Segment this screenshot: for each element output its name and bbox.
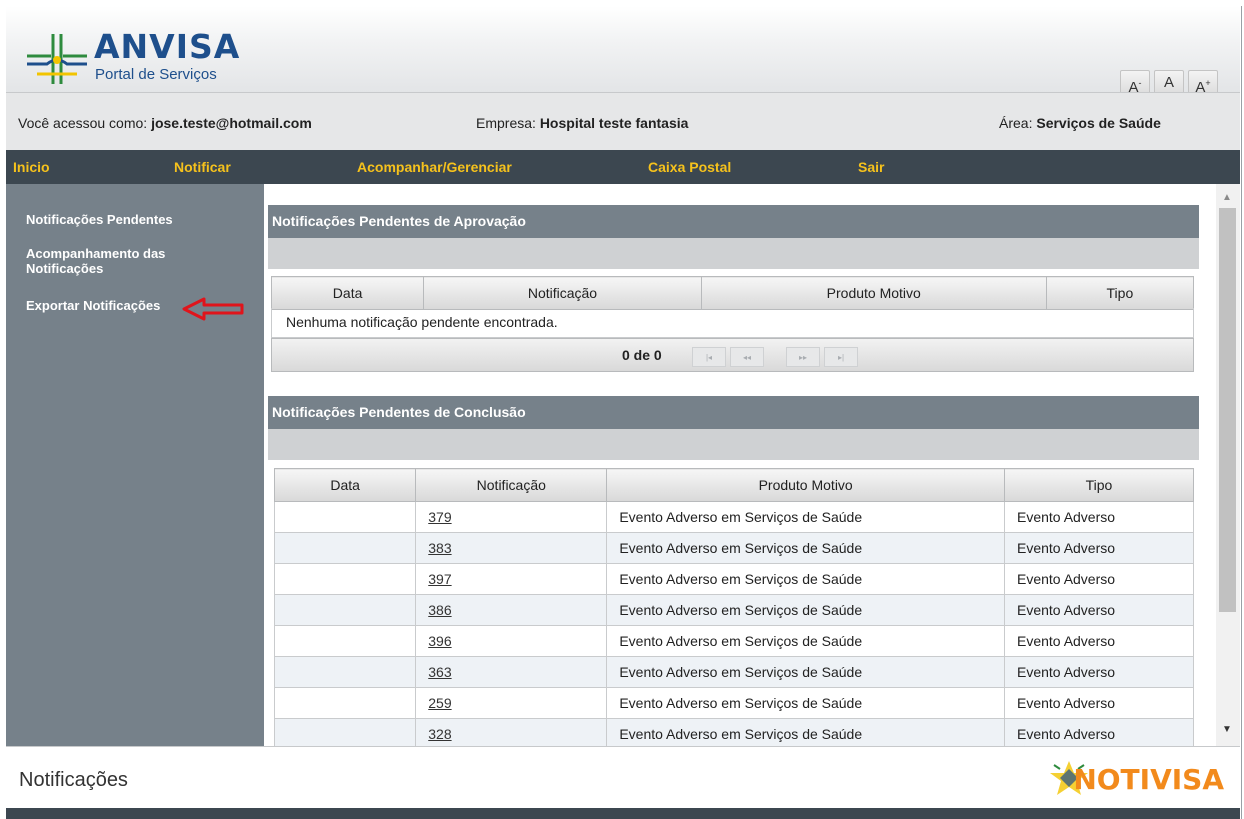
cell-tipo: Evento Adverso bbox=[1003, 718, 1195, 746]
first-page-button[interactable]: |◂ bbox=[692, 347, 726, 367]
header: ANVISA Portal de Serviços A- A A+ bbox=[6, 6, 1240, 96]
cell-produto-motivo: Evento Adverso em Serviços de Saúde bbox=[606, 656, 1005, 688]
menu-item-inicio[interactable]: Inicio bbox=[13, 159, 50, 175]
last-page-button[interactable]: ▸| bbox=[824, 347, 858, 367]
conclusion-section-title: Notificações Pendentes de Conclusão bbox=[268, 396, 1199, 429]
table-row: 259 Evento Adverso em Serviços de Saúde … bbox=[273, 687, 1195, 719]
user-info-bar: Você acessou como: jose.teste@hotmail.co… bbox=[6, 92, 1240, 151]
footer: Notificações NOTIVISA bbox=[6, 746, 1240, 809]
area-name: Serviços de Saúde bbox=[1036, 115, 1161, 131]
table-row: 363 Evento Adverso em Serviços de Saúde … bbox=[273, 656, 1195, 688]
notification-link[interactable]: 328 bbox=[428, 726, 451, 742]
brand-title: ANVISA bbox=[94, 27, 241, 66]
company-label: Empresa: bbox=[476, 115, 536, 131]
scroll-thumb[interactable] bbox=[1219, 208, 1236, 612]
sidebar-item-pendentes[interactable]: Notificações Pendentes bbox=[26, 212, 173, 227]
col-notificacao[interactable]: Notificação bbox=[415, 468, 608, 502]
user-info: Você acessou como: jose.teste@hotmail.co… bbox=[18, 115, 312, 131]
cell-tipo: Evento Adverso bbox=[1003, 563, 1195, 595]
bottom-strip bbox=[6, 808, 1240, 819]
cell-tipo: Evento Adverso bbox=[1003, 625, 1195, 657]
notification-link[interactable]: 383 bbox=[428, 540, 451, 556]
cell-tipo: Evento Adverso bbox=[1003, 656, 1195, 688]
cell-data bbox=[273, 687, 417, 719]
col-produto-motivo[interactable]: Produto Motivo bbox=[606, 468, 1005, 502]
menu-item-acompanhar[interactable]: Acompanhar/Gerenciar bbox=[357, 159, 512, 175]
cell-tipo: Evento Adverso bbox=[1003, 594, 1195, 626]
scroll-down-icon[interactable]: ▼ bbox=[1222, 724, 1232, 735]
footer-title: Notificações bbox=[19, 769, 128, 791]
conclusion-toolbar bbox=[268, 429, 1199, 460]
cell-produto-motivo: Evento Adverso em Serviços de Saúde bbox=[606, 718, 1005, 746]
approval-pager: 0 de 0 |◂ ◂◂ ▸▸ ▸| bbox=[271, 338, 1194, 372]
approval-toolbar bbox=[268, 238, 1199, 269]
notification-link[interactable]: 259 bbox=[428, 695, 451, 711]
notification-link[interactable]: 396 bbox=[428, 633, 451, 649]
table-row: 396 Evento Adverso em Serviços de Saúde … bbox=[273, 625, 1195, 657]
col-produto-motivo[interactable]: Produto Motivo bbox=[700, 276, 1047, 310]
notivisa-brand: NOTIVISA bbox=[1073, 763, 1224, 796]
company-info: Empresa: Hospital teste fantasia bbox=[476, 115, 688, 131]
menu-item-notificar[interactable]: Notificar bbox=[174, 159, 231, 175]
approval-section-title: Notificações Pendentes de Aprovação bbox=[268, 205, 1199, 238]
notification-link[interactable]: 379 bbox=[428, 509, 451, 525]
notification-link[interactable]: 363 bbox=[428, 664, 451, 680]
table-row: 383 Evento Adverso em Serviços de Saúde … bbox=[273, 532, 1195, 564]
cell-data bbox=[273, 532, 417, 564]
cell-data bbox=[273, 718, 417, 746]
pager-count: 0 de 0 bbox=[622, 347, 662, 363]
menu-item-sair[interactable]: Sair bbox=[858, 159, 884, 175]
red-arrow-icon bbox=[182, 297, 244, 321]
menu-item-caixa-postal[interactable]: Caixa Postal bbox=[648, 159, 731, 175]
cell-produto-motivo: Evento Adverso em Serviços de Saúde bbox=[606, 687, 1005, 719]
sidebar-item-exportar[interactable]: Exportar Notificações bbox=[26, 298, 160, 313]
anvisa-logo-icon bbox=[27, 34, 87, 84]
user-email: jose.teste@hotmail.com bbox=[151, 115, 312, 131]
next-page-button[interactable]: ▸▸ bbox=[786, 347, 820, 367]
col-notificacao[interactable]: Notificação bbox=[423, 276, 702, 310]
prev-page-button[interactable]: ◂◂ bbox=[730, 347, 764, 367]
cell-data bbox=[273, 656, 417, 688]
cell-tipo: Evento Adverso bbox=[1003, 532, 1195, 564]
cell-produto-motivo: Evento Adverso em Serviços de Saúde bbox=[606, 501, 1005, 533]
cell-data bbox=[273, 563, 417, 595]
cell-tipo: Evento Adverso bbox=[1003, 687, 1195, 719]
scroll-up-icon[interactable]: ▲ bbox=[1222, 192, 1232, 203]
cell-produto-motivo: Evento Adverso em Serviços de Saúde bbox=[606, 532, 1005, 564]
cell-produto-motivo: Evento Adverso em Serviços de Saúde bbox=[606, 625, 1005, 657]
cell-data bbox=[273, 625, 417, 657]
notification-link[interactable]: 386 bbox=[428, 602, 451, 618]
approval-table: Data Notificação Produto Motivo Tipo bbox=[270, 276, 1195, 310]
cell-data bbox=[273, 501, 417, 533]
table-row: 328 Evento Adverso em Serviços de Saúde … bbox=[273, 718, 1195, 746]
sidebar: Notificações Pendentes Acompanhamento da… bbox=[6, 184, 264, 746]
area-label: Área: bbox=[999, 115, 1033, 131]
cell-tipo: Evento Adverso bbox=[1003, 501, 1195, 533]
area-info: Área: Serviços de Saúde bbox=[999, 115, 1161, 131]
col-data[interactable]: Data bbox=[273, 468, 417, 502]
table-row: 386 Evento Adverso em Serviços de Saúde … bbox=[273, 594, 1195, 626]
cell-produto-motivo: Evento Adverso em Serviços de Saúde bbox=[606, 563, 1005, 595]
col-tipo[interactable]: Tipo bbox=[1003, 468, 1195, 502]
table-row: 379 Evento Adverso em Serviços de Saúde … bbox=[273, 501, 1195, 533]
company-name: Hospital teste fantasia bbox=[539, 115, 689, 131]
cell-data bbox=[273, 594, 417, 626]
sidebar-item-acompanhamento[interactable]: Acompanhamento das Notificações bbox=[26, 246, 196, 276]
col-tipo[interactable]: Tipo bbox=[1045, 276, 1195, 310]
brand-subtitle: Portal de Serviços bbox=[95, 66, 217, 83]
table-row: 397 Evento Adverso em Serviços de Saúde … bbox=[273, 563, 1195, 595]
main-content: Notificações Pendentes de Aprovação Data… bbox=[264, 184, 1216, 746]
empty-message: Nenhuma notificação pendente encontrada. bbox=[271, 308, 1194, 338]
cell-produto-motivo: Evento Adverso em Serviços de Saúde bbox=[606, 594, 1005, 626]
user-label: Você acessou como: bbox=[18, 115, 148, 131]
conclusion-table: Data Notificação Produto Motivo Tipo 379… bbox=[273, 468, 1195, 746]
col-data[interactable]: Data bbox=[270, 276, 425, 310]
content-scrollbar[interactable]: ▲ ▼ bbox=[1216, 184, 1240, 746]
main-menu: Inicio Notificar Acompanhar/Gerenciar Ca… bbox=[6, 150, 1240, 184]
notification-link[interactable]: 397 bbox=[428, 571, 451, 587]
